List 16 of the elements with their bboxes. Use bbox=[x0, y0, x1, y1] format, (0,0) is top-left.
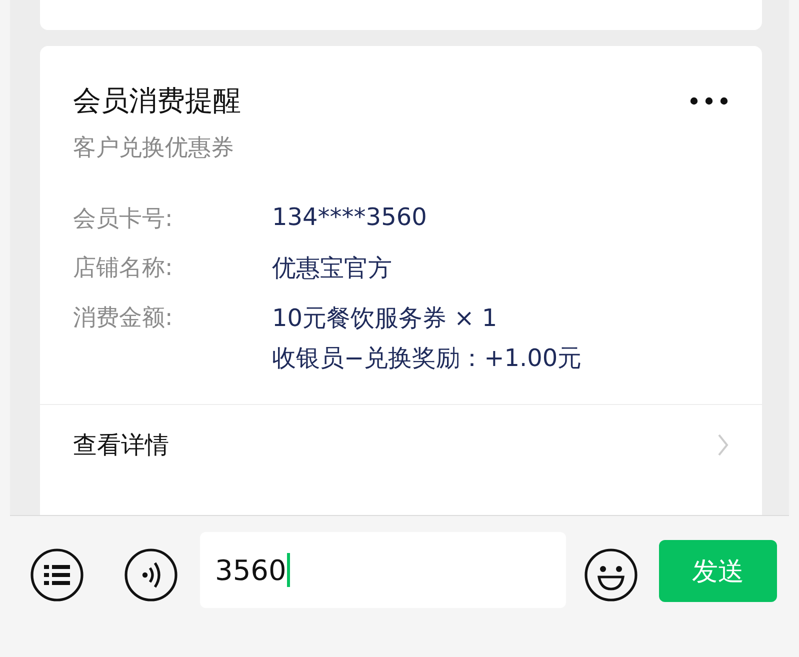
smiley-icon[interactable] bbox=[584, 548, 638, 602]
card-title: 会员消费提醒 bbox=[73, 83, 241, 119]
field-value: 优惠宝官方 bbox=[272, 253, 392, 284]
card-subtitle: 客户兑换优惠券 bbox=[72, 134, 235, 163]
field-value: 收银员−兑换奖励：+1.00元 bbox=[272, 343, 582, 374]
field-label: 会员卡号: bbox=[73, 205, 174, 234]
more-icon[interactable] bbox=[690, 97, 728, 105]
field-value: 10元餐饮服务券 × 1 bbox=[272, 303, 498, 334]
field-label: 店铺名称: bbox=[73, 254, 174, 283]
list-icon[interactable] bbox=[30, 548, 84, 602]
voice-icon[interactable] bbox=[124, 548, 178, 602]
field-value: 134****3560 bbox=[272, 203, 427, 231]
details-link[interactable]: 查看详情 bbox=[73, 429, 169, 461]
field-label: 消费金额: bbox=[73, 304, 174, 333]
chevron-icon bbox=[717, 433, 729, 457]
message-input[interactable]: 3560 bbox=[200, 532, 566, 608]
